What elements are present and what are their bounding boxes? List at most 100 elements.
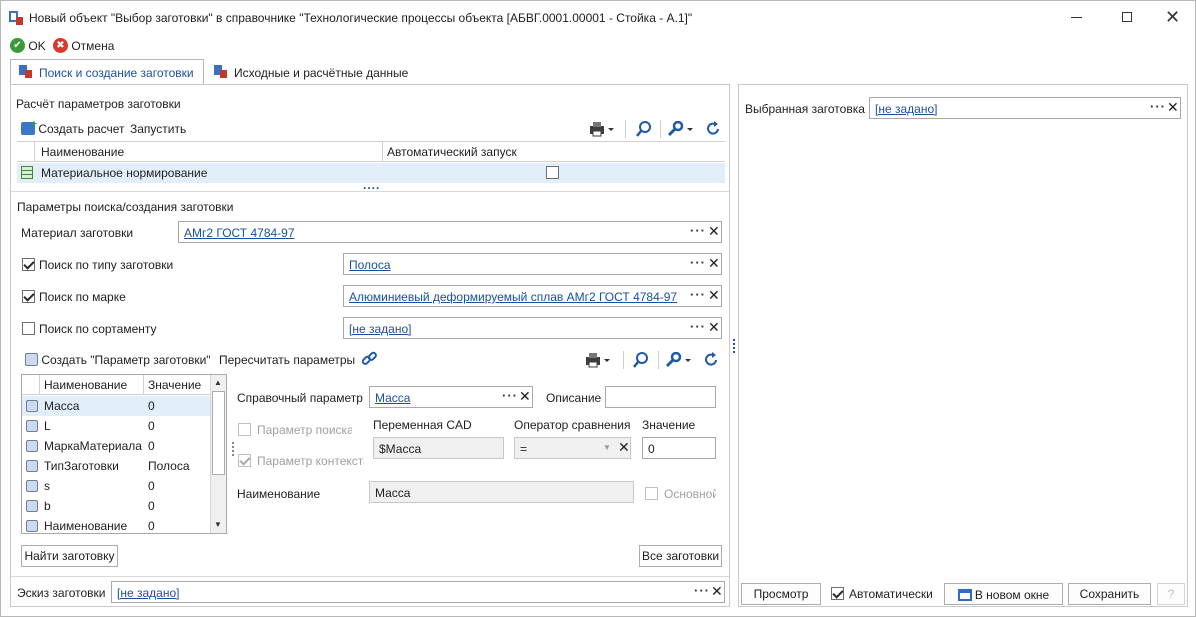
value-field[interactable]: 0 — [642, 437, 716, 459]
auto-run-checkbox[interactable] — [546, 166, 559, 179]
mark-search-checkbox[interactable] — [22, 290, 35, 303]
table-row[interactable]: Масса 0 — [22, 396, 210, 416]
ellipsis-icon[interactable]: ··· — [690, 255, 706, 270]
print-icon[interactable] — [584, 352, 612, 368]
ellipsis-icon[interactable]: ··· — [690, 319, 706, 334]
table-row[interactable]: b0 — [22, 496, 210, 516]
grid-col-header-name[interactable]: Наименование — [44, 378, 127, 392]
scroll-down-icon[interactable]: ▼ — [214, 520, 222, 529]
ref-param-field[interactable]: Масса ··· ✕ — [369, 386, 533, 408]
table-row[interactable]: Наименование 0 — [22, 516, 210, 533]
context-param-checkbox[interactable] — [238, 454, 251, 467]
grid-col-header-auto[interactable]: Автоматический запуск — [387, 145, 517, 159]
mark-field[interactable]: Алюминиевый деформируемый сплав АМг2 ГОС… — [343, 285, 722, 307]
material-label: Материал заготовки — [21, 226, 134, 240]
recalc-button[interactable]: Пересчитать параметры — [219, 353, 355, 367]
clear-icon[interactable]: ✕ — [1167, 99, 1179, 116]
create-calc-button[interactable]: + Создать расчет — [21, 119, 125, 136]
clear-icon[interactable]: ✕ — [519, 388, 531, 405]
link-icon[interactable] — [361, 351, 377, 367]
cancel-button[interactable]: ✖ Отмена — [53, 38, 114, 56]
new-window-label: В новом окне — [974, 587, 1050, 602]
ellipsis-icon[interactable]: ··· — [690, 287, 706, 302]
preview-button[interactable]: Просмотр — [741, 583, 821, 605]
ref-param-value[interactable]: Масса — [375, 391, 410, 405]
create-param-button[interactable]: Создать "Параметр заготовки" — [25, 352, 211, 367]
table-row[interactable]: L0 — [22, 416, 210, 436]
params-scrollbar[interactable]: ▲ ▼ — [210, 375, 226, 533]
table-row[interactable]: ТипЗаготовки Полоса — [22, 456, 210, 476]
run-button[interactable]: Запустить — [130, 122, 186, 136]
maximize-icon[interactable] — [1122, 12, 1132, 22]
ellipsis-icon[interactable]: ··· — [694, 583, 710, 598]
sketch-value[interactable]: [не задано] — [117, 586, 179, 600]
refresh-icon[interactable] — [703, 352, 719, 368]
auto-label[interactable]: Автоматически — [849, 587, 933, 601]
sort-search-label[interactable]: Поиск по сортаменту — [39, 322, 157, 336]
grid-col-header-name[interactable]: Наименование — [41, 145, 124, 159]
clear-icon[interactable]: ✕ — [708, 319, 720, 336]
selected-blank-field[interactable]: [не задано] ··· ✕ — [869, 97, 1181, 119]
value-value: 0 — [648, 442, 655, 456]
clear-icon[interactable]: ✕ — [618, 439, 630, 456]
scroll-thumb[interactable] — [212, 391, 225, 475]
chevron-down-icon[interactable]: ▼ — [603, 443, 611, 452]
help-button[interactable]: ? — [1157, 583, 1185, 605]
param-row-icon — [26, 460, 38, 472]
save-button[interactable]: Сохранить — [1068, 583, 1151, 605]
print-icon[interactable] — [588, 121, 616, 137]
wrench-icon[interactable] — [665, 351, 695, 368]
selected-blank-value[interactable]: [не задано] — [875, 102, 937, 116]
type-value[interactable]: Полоса — [349, 258, 391, 272]
compare-op-select[interactable]: = ▼ ✕ — [514, 437, 631, 459]
clear-icon[interactable]: ✕ — [708, 255, 720, 272]
mark-search-label[interactable]: Поиск по марке — [39, 290, 126, 304]
sort-value[interactable]: [не задано] — [349, 322, 411, 336]
scroll-up-icon[interactable]: ▲ — [214, 378, 222, 387]
ellipsis-icon[interactable]: ··· — [502, 388, 518, 403]
ellipsis-icon[interactable]: ··· — [1150, 99, 1166, 114]
main-checkbox[interactable] — [645, 487, 658, 500]
type-search-label[interactable]: Поиск по типу заготовки — [39, 258, 173, 272]
grid-col-header[interactable] — [22, 375, 40, 395]
clear-icon[interactable]: ✕ — [708, 287, 720, 304]
table-row[interactable]: s0 — [22, 476, 210, 496]
param-name: Наименование — [44, 519, 128, 533]
wrench-icon[interactable] — [667, 120, 697, 137]
main-splitter-grip[interactable] — [733, 339, 735, 353]
splitter-grip[interactable]: .... — [363, 178, 380, 192]
type-search-checkbox[interactable] — [22, 258, 35, 271]
name-field[interactable]: Масса — [369, 481, 634, 503]
all-blanks-button[interactable]: Все заготовки — [639, 545, 722, 567]
tab-search-create[interactable]: Поиск и создание заготовки — [10, 59, 204, 84]
refresh-icon[interactable] — [705, 121, 721, 137]
ok-button[interactable]: ✔ OK — [10, 38, 46, 56]
splitter-grip-vertical[interactable] — [232, 442, 234, 456]
clear-icon[interactable]: ✕ — [711, 583, 723, 600]
material-value[interactable]: АМг2 ГОСТ 4784-97 — [184, 226, 295, 240]
find-blank-button[interactable]: Найти заготовку — [21, 545, 118, 567]
param-name: ТипЗаготовки — [44, 459, 119, 473]
sort-field[interactable]: [не задано] ··· ✕ — [343, 317, 722, 339]
mark-value[interactable]: Алюминиевый деформируемый сплав АМг2 ГОС… — [349, 290, 677, 304]
description-field[interactable] — [605, 386, 716, 408]
search-icon[interactable] — [636, 121, 652, 137]
auto-checkbox[interactable] — [831, 587, 844, 600]
selected-blank-label: Выбранная заготовка — [745, 102, 865, 116]
close-icon[interactable]: ✕ — [1165, 7, 1180, 28]
tab-input-data[interactable]: Исходные и расчётные данные — [204, 61, 414, 84]
cad-var-field[interactable]: $Масса — [373, 437, 504, 459]
table-row[interactable]: МаркаМатериала 0 — [22, 436, 210, 456]
grid-col-header-value[interactable]: Значение — [148, 378, 201, 392]
material-field[interactable]: АМг2 ГОСТ 4784-97 ··· ✕ — [178, 221, 722, 243]
ellipsis-icon[interactable]: ··· — [690, 223, 706, 238]
type-field[interactable]: Полоса ··· ✕ — [343, 253, 722, 275]
new-window-button[interactable]: В новом окне — [944, 583, 1063, 605]
minimize-icon[interactable] — [1071, 17, 1082, 18]
sort-search-checkbox[interactable] — [22, 322, 35, 335]
sketch-field[interactable]: [не задано] ··· ✕ — [111, 581, 725, 603]
search-param-checkbox[interactable] — [238, 423, 251, 436]
clear-icon[interactable]: ✕ — [708, 223, 720, 240]
grid-col-header[interactable] — [17, 142, 35, 162]
search-icon[interactable] — [633, 352, 649, 368]
